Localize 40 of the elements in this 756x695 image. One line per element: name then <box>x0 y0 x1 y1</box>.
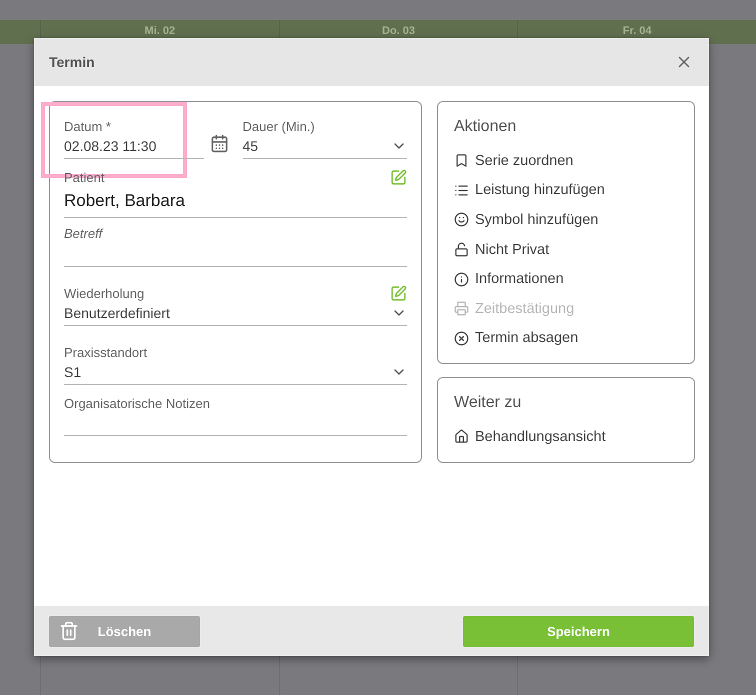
dialog-title: Termin <box>49 54 95 70</box>
action-icon <box>454 301 469 316</box>
action-icon <box>454 429 469 444</box>
select-field[interactable]: Dauer (Min.) 45 <box>242 116 407 159</box>
action-icon <box>454 330 469 346</box>
field-label: Patient <box>64 170 104 184</box>
select-field[interactable]: Praxisstandort S1 <box>64 342 407 385</box>
select-field[interactable]: Wiederholung Benutzerdefiniert <box>64 283 407 326</box>
trash-icon <box>59 621 79 641</box>
field-value: S1 <box>64 363 82 382</box>
date-field[interactable]: Datum * 02.08.23 11:30 <box>64 116 204 159</box>
field-value: 45 <box>242 137 258 156</box>
action-item[interactable]: Termin absagen <box>454 324 678 354</box>
action-item[interactable]: Nicht Privat <box>454 234 678 264</box>
field-value: 02.08.23 11:30 <box>64 137 156 156</box>
field-label: Praxisstandort <box>64 344 148 360</box>
field-value: Robert, Barbara <box>64 190 185 212</box>
field-label: Dauer (Min.) <box>242 118 315 134</box>
action-icon <box>454 212 469 228</box>
action-item[interactable]: Informationen <box>454 264 678 294</box>
action-item[interactable]: Leistung hinzufügen <box>454 176 678 206</box>
input-field[interactable]: Patient Robert, Barbara <box>64 167 407 218</box>
action-icon <box>454 153 469 168</box>
panel-title: Weiter zu <box>454 394 522 412</box>
panel-title: Aktionen <box>454 118 518 136</box>
field-label: Organisatorische Notizen <box>64 396 210 410</box>
field-label: Datum * <box>64 118 111 134</box>
field-label: Wiederholung <box>64 286 144 300</box>
field-value: Benutzerdefiniert <box>64 304 170 323</box>
required-mark: * <box>106 118 111 134</box>
action-item[interactable]: Serie zuordnen <box>454 146 678 176</box>
action-icon <box>454 182 469 198</box>
goto-item[interactable]: Behandlungsansicht <box>454 422 678 452</box>
field-placeholder: Betreff <box>64 226 104 243</box>
calendar-icon[interactable] <box>210 134 228 153</box>
action-icon <box>454 242 469 258</box>
input-field[interactable]: Organisatorische Notizen <box>64 393 407 436</box>
action-item[interactable]: Symbol hinzufügen <box>454 205 678 235</box>
input-field[interactable]: Betreff <box>64 226 407 267</box>
action-icon <box>454 272 469 287</box>
